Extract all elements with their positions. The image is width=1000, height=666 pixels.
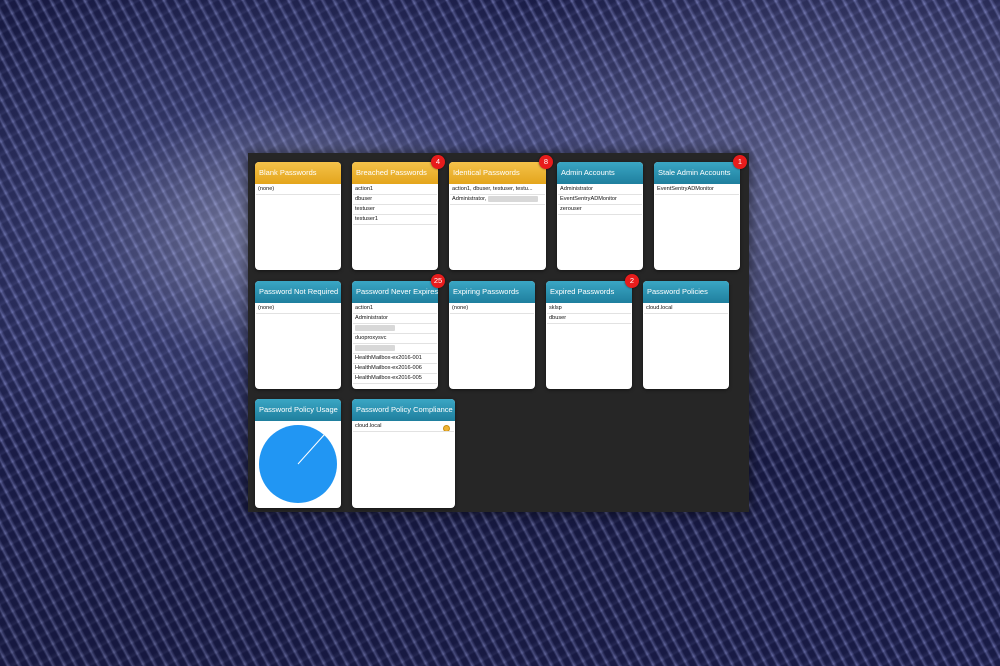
card-password-policy-usage[interactable]: Password Policy Usage: [255, 399, 341, 508]
card-title: Password Never Expires: [352, 281, 438, 303]
list-item[interactable]: HealthMailbox-ex2016-006: [353, 364, 437, 374]
count-badge: 2: [625, 274, 639, 288]
list-item[interactable]: Administrator: [353, 314, 437, 324]
card-identical-passwords[interactable]: Identical Passwords 8 action1, dbuser, t…: [449, 155, 553, 270]
card-title: Password Policy Usage: [255, 399, 341, 421]
card-stale-admin-accounts[interactable]: Stale Admin Accounts 1 EventSentryADMoni…: [654, 155, 747, 270]
policy-usage-pie-chart[interactable]: [258, 424, 338, 504]
list-item[interactable]: EventSentryADMonitor: [655, 185, 739, 195]
list-item[interactable]: Administrator,: [450, 195, 545, 205]
count-badge: 8: [539, 155, 553, 169]
card-title: Password Policy Compliance: [352, 399, 455, 421]
list-item-text: Administrator,: [452, 196, 487, 202]
list-item[interactable]: (none): [256, 185, 340, 195]
card-title: Expired Passwords: [546, 281, 632, 303]
card-breached-passwords[interactable]: Breached Passwords 4 action1 dbuser test…: [352, 155, 445, 270]
dashboard-panel: Blank Passwords (none) Breached Password…: [248, 153, 749, 512]
list-item[interactable]: HealthMailbox-ex2016-005: [353, 374, 437, 384]
card-title: Breached Passwords: [352, 162, 438, 184]
list-item[interactable]: cloud.local: [353, 422, 454, 432]
list-item-redacted[interactable]: [353, 344, 437, 354]
card-password-never-expires[interactable]: Password Never Expires 25 action1 Admini…: [352, 274, 445, 389]
card-password-policies[interactable]: Password Policies cloud.local: [643, 281, 729, 389]
count-badge: 4: [431, 155, 445, 169]
card-password-not-required[interactable]: Password Not Required (none): [255, 281, 341, 389]
list-item[interactable]: cloud.local: [644, 304, 728, 314]
list-item[interactable]: action1: [353, 185, 437, 195]
list-item-redacted[interactable]: [353, 324, 437, 334]
list-item[interactable]: testuser1: [353, 215, 437, 225]
card-title: Password Not Required: [255, 281, 341, 303]
count-badge: 1: [733, 155, 747, 169]
card-title: Admin Accounts: [557, 162, 643, 184]
list-item[interactable]: HealthMailbox-ex2016-001: [353, 354, 437, 364]
count-badge: 25: [431, 274, 445, 288]
card-title: Stale Admin Accounts: [654, 162, 740, 184]
card-title: Expiring Passwords: [449, 281, 535, 303]
redacted-text: [355, 344, 395, 351]
list-item[interactable]: action1, dbuser, testuser, testu...: [450, 185, 545, 195]
list-item[interactable]: (none): [450, 304, 534, 314]
card-expired-passwords[interactable]: Expired Passwords 2 sklsp dbuser: [546, 274, 639, 389]
list-item[interactable]: EventSentryADMonitor: [558, 195, 642, 205]
redacted-text: [487, 195, 538, 202]
list-item-text: cloud.local: [355, 423, 382, 429]
status-dot-icon: [443, 425, 450, 431]
list-item[interactable]: testuser: [353, 205, 437, 215]
list-item[interactable]: sklsp: [547, 304, 631, 314]
list-item[interactable]: duoproxysvc: [353, 334, 437, 344]
card-password-policy-compliance[interactable]: Password Policy Compliance cloud.local: [352, 399, 455, 508]
list-item[interactable]: Administrator: [558, 185, 642, 195]
list-item[interactable]: dbuser: [353, 195, 437, 205]
card-admin-accounts[interactable]: Admin Accounts Administrator EventSentry…: [557, 162, 643, 270]
card-title: Identical Passwords: [449, 162, 546, 184]
list-item[interactable]: dbuser: [547, 314, 631, 324]
card-title: Blank Passwords: [255, 162, 341, 184]
card-title: Password Policies: [643, 281, 729, 303]
list-item[interactable]: zerouser: [558, 205, 642, 215]
card-blank-passwords[interactable]: Blank Passwords (none): [255, 162, 341, 270]
redacted-text: [355, 324, 395, 331]
list-item[interactable]: (none): [256, 304, 340, 314]
list-item[interactable]: action1: [353, 304, 437, 314]
card-expiring-passwords[interactable]: Expiring Passwords (none): [449, 281, 535, 389]
